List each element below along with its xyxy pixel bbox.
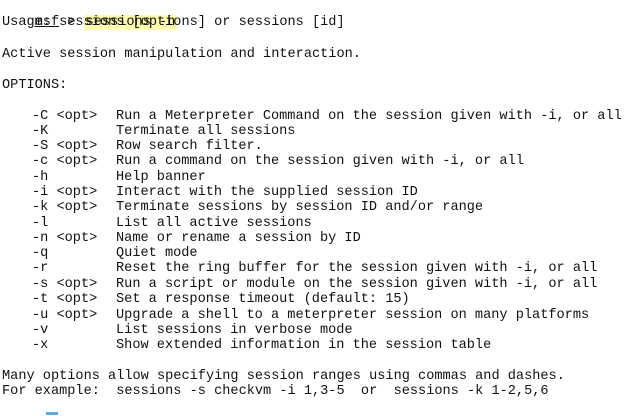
option-flag: -h xyxy=(32,170,49,185)
option-desc: Set a response timeout (default: 15) xyxy=(116,292,410,307)
option-desc: Show extended information in the session… xyxy=(116,338,492,353)
option-desc: Help banner xyxy=(116,170,206,185)
option-row: -l List all active sessions xyxy=(32,216,312,231)
option-flag: -u <opt> xyxy=(32,308,98,323)
option-desc: Upgrade a shell to a meterpreter session… xyxy=(116,308,590,323)
option-row: -s <opt> Run a script or module on the se… xyxy=(32,277,597,292)
option-row: -S <opt> Row search filter. xyxy=(32,139,263,154)
option-desc: Run a Meterpreter Command on the session… xyxy=(116,109,622,124)
option-desc: List all active sessions xyxy=(116,216,312,231)
option-flag: -t <opt> xyxy=(32,292,98,307)
option-desc: Reset the ring buffer for the session gi… xyxy=(116,261,598,276)
usage-line: Usage: sessions [options] or sessions [i… xyxy=(2,15,345,30)
option-row: -q Quiet mode xyxy=(32,246,198,261)
option-desc: Run a command on the session given with … xyxy=(116,154,524,169)
footer-line-1: Many options allow specifying session ra… xyxy=(2,369,565,384)
prompt-line: msf > sessions -h xyxy=(2,0,178,30)
description-line: Active session manipulation and interact… xyxy=(2,47,361,62)
option-row: -c <opt> Run a command on the session giv… xyxy=(32,154,524,169)
option-flag: -s <opt> xyxy=(32,277,98,292)
option-desc: Run a script or module on the session gi… xyxy=(116,277,598,292)
option-row: -C <opt> Run a Meterpreter Command on the… xyxy=(32,109,622,124)
option-row: -k <opt> Terminate sessions by session ID… xyxy=(32,200,483,215)
option-row: -v List sessions in verbose mode xyxy=(32,323,353,338)
option-desc: Row search filter. xyxy=(116,139,263,154)
option-desc: Terminate all sessions xyxy=(116,124,296,139)
option-flag: -l xyxy=(32,216,49,231)
option-row: -n <opt> Name or rename a session by ID xyxy=(32,231,361,246)
option-row: -i <opt> Interact with the supplied sessi… xyxy=(32,185,418,200)
option-row: -r Reset the ring buffer for the session … xyxy=(32,261,597,276)
option-flag: -c <opt> xyxy=(32,154,98,169)
option-flag: -v xyxy=(32,323,49,338)
option-flag: -n <opt> xyxy=(32,231,98,246)
option-flag: -k <opt> xyxy=(32,200,98,215)
option-flag: -S <opt> xyxy=(32,139,98,154)
terminal-output[interactable]: msf > sessions -h Usage: sessions [optio… xyxy=(2,0,638,416)
footer-line-2: For example: sessions -s checkvm -i 1,3-… xyxy=(2,384,549,399)
option-flag: -q xyxy=(32,246,49,261)
option-flag: -K xyxy=(32,124,49,139)
option-desc: Terminate sessions by session ID and/or … xyxy=(116,200,484,215)
option-desc: List sessions in verbose mode xyxy=(116,323,353,338)
option-row: -h Help banner xyxy=(32,170,206,185)
text-cursor xyxy=(46,412,58,415)
option-flag: -x xyxy=(32,338,49,353)
option-row: -u <opt> Upgrade a shell to a meterpreter… xyxy=(32,308,589,323)
option-desc: Name or rename a session by ID xyxy=(116,231,361,246)
options-header: OPTIONS: xyxy=(2,78,68,93)
option-flag: -r xyxy=(32,261,49,276)
option-desc: Quiet mode xyxy=(116,246,198,261)
option-row: -x Show extended information in the sessi… xyxy=(32,338,491,353)
option-desc: Interact with the supplied session ID xyxy=(116,185,418,200)
option-row: -t <opt> Set a response timeout (default:… xyxy=(32,292,410,307)
option-flag: -C <opt> xyxy=(32,109,98,124)
option-row: -K Terminate all sessions xyxy=(32,124,295,139)
option-flag: -i <opt> xyxy=(32,185,98,200)
